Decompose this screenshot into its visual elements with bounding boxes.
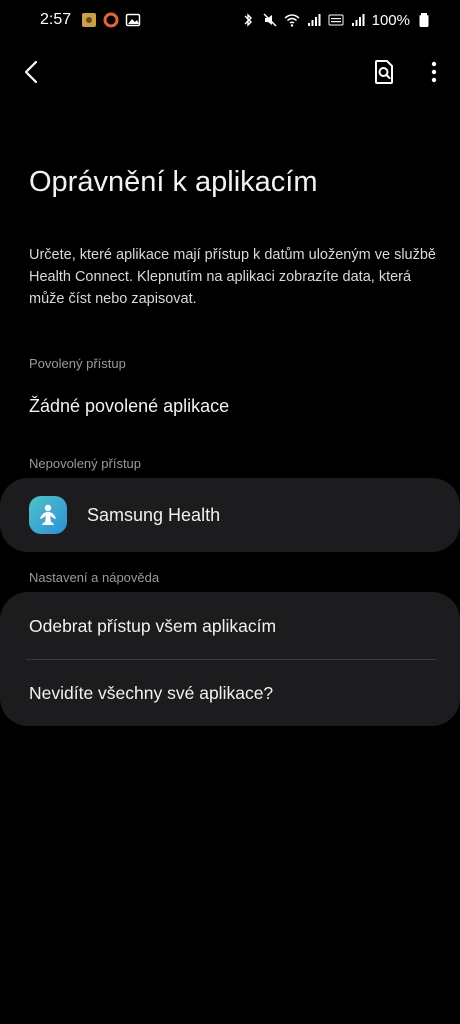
missing-apps-help-item[interactable]: Nevidíte všechny své aplikace? [29,683,273,704]
signal-icon [306,12,322,28]
section-header-denied: Nepovolený přístup [29,456,142,471]
page-title: Oprávnění k aplikacím [29,166,318,198]
app-item-samsung-health[interactable]: Samsung Health [0,478,460,552]
no-allowed-apps-text: Žádné povolené aplikace [29,396,230,416]
settings-card: Odebrat přístup všem aplikacím Nevidíte … [0,592,460,726]
status-bar-right: 100% [240,12,432,29]
battery-icon [416,12,432,28]
mute-icon [262,12,278,28]
search-in-page-icon [375,60,393,84]
divider [26,659,436,660]
remove-all-access-item[interactable]: Odebrat přístup všem aplikacím [29,616,276,637]
samsung-health-icon [29,496,67,534]
wifi-icon [284,12,300,28]
more-options-button[interactable] [416,54,452,90]
search-button[interactable] [366,54,402,90]
more-vertical-icon [431,61,437,83]
toolbar [0,48,460,96]
app-name: Samsung Health [87,504,221,525]
section-header-allowed: Povolený přístup [29,356,126,371]
notification-image-icon [125,12,141,28]
page-description: Určete, které aplikace mají přístup k da… [29,247,436,307]
back-button[interactable] [14,54,50,90]
volte-lte-icon [328,12,344,28]
status-bar-left: 2:57 [40,11,141,29]
notification-ring-icon [103,12,119,28]
notification-app-icon [81,12,97,28]
bluetooth-icon [240,12,256,28]
battery-level: 100% [371,11,410,29]
chevron-left-icon [24,60,38,84]
status-bar: 2:57 100% [0,0,460,40]
section-header-settings: Nastavení a nápověda [29,570,160,585]
status-time: 2:57 [40,11,72,28]
signal-2-icon [350,12,366,28]
